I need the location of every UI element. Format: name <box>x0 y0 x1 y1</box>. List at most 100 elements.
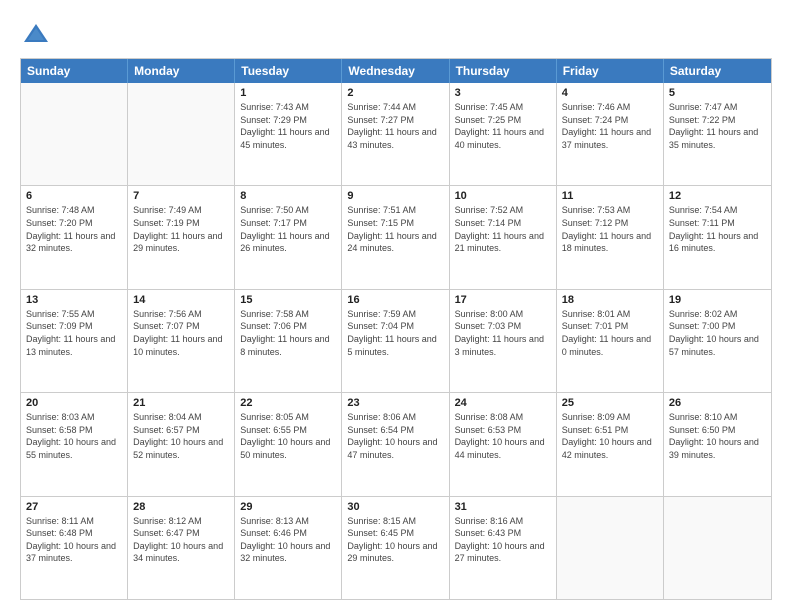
cell-day-number: 8 <box>240 190 336 202</box>
logo <box>20 20 50 48</box>
cell-day-number: 4 <box>562 87 658 99</box>
calendar-body: 1 Sunrise: 7:43 AM Sunset: 7:29 PM Daylig… <box>21 83 771 599</box>
cal-header-tuesday: Tuesday <box>235 59 342 83</box>
cal-cell-22: 22 Sunrise: 8:05 AM Sunset: 6:55 PM Dayli… <box>235 393 342 495</box>
cal-cell-14: 14 Sunrise: 7:56 AM Sunset: 7:07 PM Dayli… <box>128 290 235 392</box>
cal-header-friday: Friday <box>557 59 664 83</box>
cell-day-number: 10 <box>455 190 551 202</box>
cal-header-thursday: Thursday <box>450 59 557 83</box>
cell-info: Sunrise: 8:11 AM Sunset: 6:48 PM Dayligh… <box>26 515 122 565</box>
cal-header-monday: Monday <box>128 59 235 83</box>
cal-cell-15: 15 Sunrise: 7:58 AM Sunset: 7:06 PM Dayli… <box>235 290 342 392</box>
cell-info: Sunrise: 8:02 AM Sunset: 7:00 PM Dayligh… <box>669 308 766 358</box>
cell-day-number: 26 <box>669 397 766 409</box>
cell-info: Sunrise: 7:56 AM Sunset: 7:07 PM Dayligh… <box>133 308 229 358</box>
cell-info: Sunrise: 8:00 AM Sunset: 7:03 PM Dayligh… <box>455 308 551 358</box>
cell-info: Sunrise: 7:53 AM Sunset: 7:12 PM Dayligh… <box>562 204 658 254</box>
cal-cell-1: 1 Sunrise: 7:43 AM Sunset: 7:29 PM Daylig… <box>235 83 342 185</box>
cal-cell-24: 24 Sunrise: 8:08 AM Sunset: 6:53 PM Dayli… <box>450 393 557 495</box>
cal-cell-2: 2 Sunrise: 7:44 AM Sunset: 7:27 PM Daylig… <box>342 83 449 185</box>
cell-info: Sunrise: 7:50 AM Sunset: 7:17 PM Dayligh… <box>240 204 336 254</box>
cell-day-number: 29 <box>240 501 336 513</box>
cell-day-number: 17 <box>455 294 551 306</box>
cell-info: Sunrise: 7:52 AM Sunset: 7:14 PM Dayligh… <box>455 204 551 254</box>
cell-day-number: 27 <box>26 501 122 513</box>
cal-cell-18: 18 Sunrise: 8:01 AM Sunset: 7:01 PM Dayli… <box>557 290 664 392</box>
cal-cell-empty <box>128 83 235 185</box>
cell-info: Sunrise: 7:44 AM Sunset: 7:27 PM Dayligh… <box>347 101 443 151</box>
cell-day-number: 14 <box>133 294 229 306</box>
cal-header-saturday: Saturday <box>664 59 771 83</box>
cell-day-number: 9 <box>347 190 443 202</box>
cal-cell-28: 28 Sunrise: 8:12 AM Sunset: 6:47 PM Dayli… <box>128 497 235 599</box>
cal-cell-empty <box>664 497 771 599</box>
cell-day-number: 11 <box>562 190 658 202</box>
cal-cell-8: 8 Sunrise: 7:50 AM Sunset: 7:17 PM Daylig… <box>235 186 342 288</box>
cal-cell-empty <box>21 83 128 185</box>
cal-cell-11: 11 Sunrise: 7:53 AM Sunset: 7:12 PM Dayli… <box>557 186 664 288</box>
cell-info: Sunrise: 7:58 AM Sunset: 7:06 PM Dayligh… <box>240 308 336 358</box>
cal-row-5: 27 Sunrise: 8:11 AM Sunset: 6:48 PM Dayli… <box>21 496 771 599</box>
cell-day-number: 15 <box>240 294 336 306</box>
cal-cell-17: 17 Sunrise: 8:00 AM Sunset: 7:03 PM Dayli… <box>450 290 557 392</box>
cal-cell-9: 9Sunrise: 7:51 AM Sunset: 7:15 PM Daylig… <box>342 186 449 288</box>
cell-info: Sunrise: 8:05 AM Sunset: 6:55 PM Dayligh… <box>240 411 336 461</box>
cal-cell-26: 26 Sunrise: 8:10 AM Sunset: 6:50 PM Dayli… <box>664 393 771 495</box>
cal-cell-13: 13 Sunrise: 7:55 AM Sunset: 7:09 PM Dayli… <box>21 290 128 392</box>
cal-cell-30: 30 Sunrise: 8:15 AM Sunset: 6:45 PM Dayli… <box>342 497 449 599</box>
cell-day-number: 16 <box>347 294 443 306</box>
cell-day-number: 28 <box>133 501 229 513</box>
cell-day-number: 7 <box>133 190 229 202</box>
cell-info: Sunrise: 8:10 AM Sunset: 6:50 PM Dayligh… <box>669 411 766 461</box>
cell-info: Sunrise: 8:13 AM Sunset: 6:46 PM Dayligh… <box>240 515 336 565</box>
cal-cell-4: 4 Sunrise: 7:46 AM Sunset: 7:24 PM Daylig… <box>557 83 664 185</box>
cell-info: Sunrise: 8:08 AM Sunset: 6:53 PM Dayligh… <box>455 411 551 461</box>
cell-info: Sunrise: 7:48 AM Sunset: 7:20 PM Dayligh… <box>26 204 122 254</box>
cell-info: Sunrise: 8:01 AM Sunset: 7:01 PM Dayligh… <box>562 308 658 358</box>
cal-cell-5: 5Sunrise: 7:47 AM Sunset: 7:22 PM Daylig… <box>664 83 771 185</box>
cell-info: Sunrise: 7:55 AM Sunset: 7:09 PM Dayligh… <box>26 308 122 358</box>
cal-header-wednesday: Wednesday <box>342 59 449 83</box>
cell-day-number: 21 <box>133 397 229 409</box>
cell-day-number: 30 <box>347 501 443 513</box>
logo-icon <box>22 20 50 48</box>
cal-cell-27: 27 Sunrise: 8:11 AM Sunset: 6:48 PM Dayli… <box>21 497 128 599</box>
cell-day-number: 12 <box>669 190 766 202</box>
cal-cell-19: 19Sunrise: 8:02 AM Sunset: 7:00 PM Dayli… <box>664 290 771 392</box>
cell-info: Sunrise: 8:09 AM Sunset: 6:51 PM Dayligh… <box>562 411 658 461</box>
cell-info: Sunrise: 7:49 AM Sunset: 7:19 PM Dayligh… <box>133 204 229 254</box>
cell-day-number: 18 <box>562 294 658 306</box>
cell-info: Sunrise: 8:06 AM Sunset: 6:54 PM Dayligh… <box>347 411 443 461</box>
cal-cell-21: 21Sunrise: 8:04 AM Sunset: 6:57 PM Dayli… <box>128 393 235 495</box>
cell-day-number: 31 <box>455 501 551 513</box>
cell-info: Sunrise: 8:12 AM Sunset: 6:47 PM Dayligh… <box>133 515 229 565</box>
cell-day-number: 22 <box>240 397 336 409</box>
page: SundayMondayTuesdayWednesdayThursdayFrid… <box>0 0 792 612</box>
cal-row-2: 6 Sunrise: 7:48 AM Sunset: 7:20 PM Daylig… <box>21 185 771 288</box>
cal-cell-23: 23Sunrise: 8:06 AM Sunset: 6:54 PM Dayli… <box>342 393 449 495</box>
cal-row-4: 20Sunrise: 8:03 AM Sunset: 6:58 PM Dayli… <box>21 392 771 495</box>
cell-day-number: 6 <box>26 190 122 202</box>
cal-cell-20: 20Sunrise: 8:03 AM Sunset: 6:58 PM Dayli… <box>21 393 128 495</box>
cal-cell-31: 31 Sunrise: 8:16 AM Sunset: 6:43 PM Dayli… <box>450 497 557 599</box>
cell-day-number: 24 <box>455 397 551 409</box>
cal-cell-29: 29 Sunrise: 8:13 AM Sunset: 6:46 PM Dayli… <box>235 497 342 599</box>
cal-row-3: 13 Sunrise: 7:55 AM Sunset: 7:09 PM Dayli… <box>21 289 771 392</box>
cell-info: Sunrise: 7:46 AM Sunset: 7:24 PM Dayligh… <box>562 101 658 151</box>
calendar-header: SundayMondayTuesdayWednesdayThursdayFrid… <box>21 59 771 83</box>
cell-info: Sunrise: 8:15 AM Sunset: 6:45 PM Dayligh… <box>347 515 443 565</box>
cal-cell-7: 7 Sunrise: 7:49 AM Sunset: 7:19 PM Daylig… <box>128 186 235 288</box>
cell-info: Sunrise: 7:43 AM Sunset: 7:29 PM Dayligh… <box>240 101 336 151</box>
cell-day-number: 2 <box>347 87 443 99</box>
cell-day-number: 13 <box>26 294 122 306</box>
cell-info: Sunrise: 7:54 AM Sunset: 7:11 PM Dayligh… <box>669 204 766 254</box>
cell-day-number: 1 <box>240 87 336 99</box>
cal-cell-16: 16Sunrise: 7:59 AM Sunset: 7:04 PM Dayli… <box>342 290 449 392</box>
cell-info: Sunrise: 8:03 AM Sunset: 6:58 PM Dayligh… <box>26 411 122 461</box>
calendar: SundayMondayTuesdayWednesdayThursdayFrid… <box>20 58 772 600</box>
cal-row-1: 1 Sunrise: 7:43 AM Sunset: 7:29 PM Daylig… <box>21 83 771 185</box>
cell-info: Sunrise: 8:16 AM Sunset: 6:43 PM Dayligh… <box>455 515 551 565</box>
cal-cell-10: 10 Sunrise: 7:52 AM Sunset: 7:14 PM Dayli… <box>450 186 557 288</box>
cal-cell-12: 12 Sunrise: 7:54 AM Sunset: 7:11 PM Dayli… <box>664 186 771 288</box>
cal-cell-25: 25Sunrise: 8:09 AM Sunset: 6:51 PM Dayli… <box>557 393 664 495</box>
